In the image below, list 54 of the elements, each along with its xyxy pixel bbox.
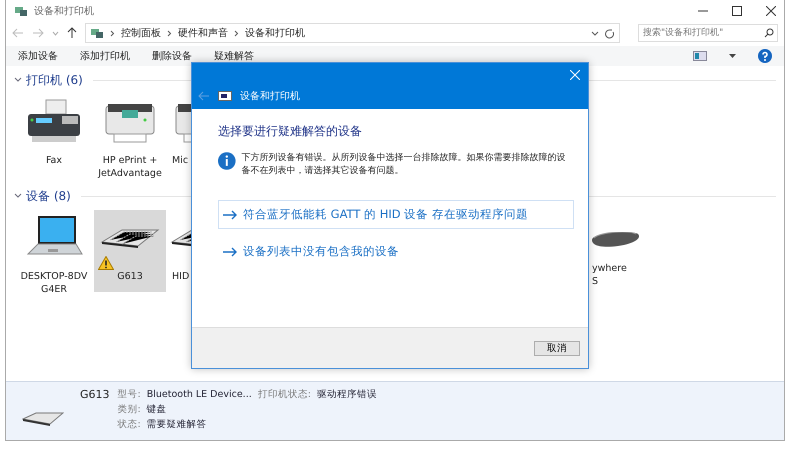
command-button[interactable]: 删除设备	[152, 49, 192, 63]
cancel-button[interactable]: 取消	[534, 340, 580, 356]
close-icon[interactable]	[766, 6, 776, 16]
device-name: ywhere S	[592, 262, 627, 288]
field-label: 类别:	[118, 403, 141, 416]
refresh-icon[interactable]	[605, 28, 615, 38]
chevron-icon	[167, 30, 172, 36]
help-icon[interactable]	[758, 49, 772, 63]
mouse-icon	[592, 232, 640, 247]
breadcrumb-item[interactable]: 设备和打印机	[245, 26, 305, 40]
field-label: 打印机状态:	[258, 388, 311, 401]
devices-icon	[90, 27, 104, 39]
breadcrumb-item[interactable]: 控制面板	[121, 26, 161, 40]
collapse-icon[interactable]	[14, 193, 22, 199]
devices-icon	[218, 91, 232, 101]
field-label: 型号:	[118, 388, 141, 401]
device-item[interactable]: Fax	[18, 94, 90, 176]
window-title: 设备和打印机	[34, 4, 94, 18]
chevron-icon	[110, 30, 115, 36]
field-value: 键盘	[146, 403, 168, 416]
field-value: Bluetooth LE Device...	[146, 389, 252, 400]
search-field[interactable]: 搜索"设备和打印机"	[638, 24, 778, 42]
caret-icon[interactable]	[729, 54, 736, 58]
group-title[interactable]: 打印机 (6)	[26, 72, 83, 88]
dialog-heading: 选择要进行疑难解答的设备	[218, 123, 363, 140]
option-link[interactable]: 符合蓝牙低能耗 GATT 的 HID 设备 存在驱动程序问题	[218, 200, 574, 229]
device-name: Mic	[172, 154, 188, 167]
collapse-icon[interactable]	[14, 77, 22, 83]
field-value: 需要疑难解答	[146, 418, 208, 431]
keyboard-icon	[22, 410, 64, 428]
up-icon[interactable]	[67, 27, 77, 39]
command-button[interactable]: 添加设备	[18, 49, 58, 63]
command-button[interactable]: 添加打印机	[80, 49, 130, 63]
info-icon	[218, 152, 236, 170]
info-text: 下方所列设备有错误。从所列设备中选择一台排除故障。如果你需要排除故障的设备不在列表中，请选择其它设备有问题。	[242, 152, 567, 178]
breadcrumb-item[interactable]: 硬件和声音	[178, 26, 228, 40]
device-item[interactable]: G613	[94, 210, 166, 292]
chevron-icon	[234, 30, 239, 36]
field-value: 驱动程序错误	[316, 388, 377, 401]
device-name: Fax	[46, 154, 62, 167]
caret-icon[interactable]	[591, 30, 599, 36]
dialog-title: 设备和打印机	[240, 90, 300, 103]
field-label: 状态:	[118, 418, 141, 431]
arrow-icon	[223, 246, 237, 256]
group-title[interactable]: 设备 (8)	[26, 188, 71, 204]
command-button[interactable]: 疑难解答	[214, 49, 254, 63]
view-icon[interactable]	[693, 51, 707, 61]
device-name: HID	[172, 270, 190, 283]
address-bar[interactable]: 控制面板 硬件和声音 设备和打印机	[85, 23, 620, 43]
devices-icon	[14, 5, 28, 17]
device-name: G613	[80, 388, 110, 401]
device-name: G613	[117, 270, 143, 283]
arrow-icon	[223, 210, 237, 220]
maximize-icon[interactable]	[732, 6, 742, 16]
